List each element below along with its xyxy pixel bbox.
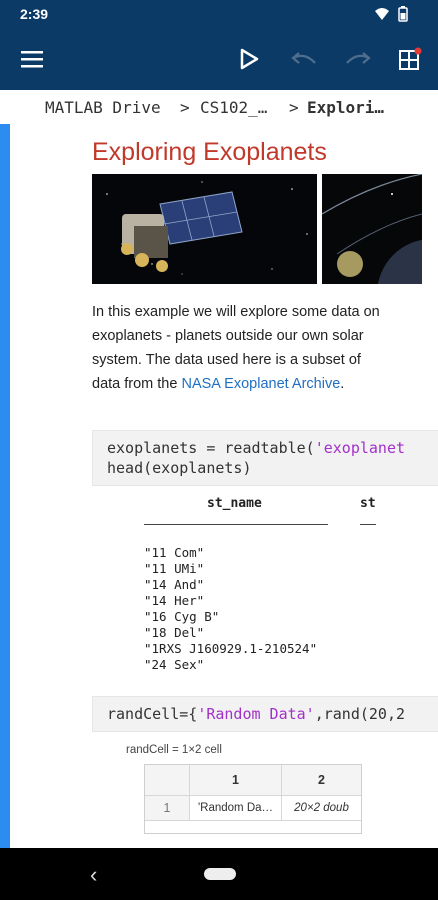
table-row: "14 And": [144, 577, 205, 592]
grid-icon: [399, 47, 422, 70]
exoplanet-image: [322, 174, 422, 284]
undo-icon: [291, 52, 316, 64]
system-nav-bar: ‹: [0, 848, 438, 900]
breadcrumb-root[interactable]: MATLAB Drive: [45, 98, 161, 117]
redo-button[interactable]: [341, 42, 375, 76]
cell-value[interactable]: 'Random Da…: [190, 796, 282, 821]
code-block-readtable[interactable]: exoplanets = readtable('exoplanet head(e…: [92, 430, 438, 486]
cell-output-caption: randCell = 1×2 cell: [126, 744, 222, 756]
table-row: "18 Del": [144, 625, 205, 640]
table-row: "16 Cyg B": [144, 609, 220, 624]
status-time: 2:39: [20, 6, 49, 22]
wifi-icon: [375, 8, 389, 20]
paragraph-end: .: [340, 376, 345, 392]
redo-icon: [346, 52, 371, 64]
hamburger-icon[interactable]: [15, 42, 49, 76]
home-pill[interactable]: [204, 868, 236, 880]
play-icon: [240, 48, 259, 70]
code-text: ,rand(20,2: [314, 705, 406, 723]
table-row: "11 UMi": [144, 561, 205, 576]
code-string: 'Random Data': [197, 705, 315, 723]
table-row: "14 Her": [144, 593, 205, 608]
status-bar: 2:39: [0, 0, 438, 28]
code-line: head(exoplanets): [107, 459, 252, 477]
breadcrumb: MATLAB Drive > CS102_… > Explori…: [0, 90, 438, 125]
undo-button[interactable]: [287, 42, 321, 76]
cell-header-corner: [145, 765, 190, 796]
app-bar: [0, 28, 438, 90]
table-row: "1RXS J160929.1-210524": [144, 641, 318, 656]
code-line: exoplanets = readtable('exoplanet: [107, 439, 405, 457]
breadcrumb-separator: >: [180, 98, 190, 117]
table-header-st: st: [360, 496, 376, 511]
cell-header: 2: [282, 765, 361, 796]
cell-output-table: 1 2 1 'Random Da… 20×2 doub: [144, 764, 362, 834]
nasa-archive-link[interactable]: NASA Exoplanet Archive: [181, 376, 340, 392]
back-icon[interactable]: ‹: [90, 862, 97, 888]
breadcrumb-current: Explori…: [307, 98, 385, 117]
layout-button[interactable]: [393, 42, 427, 76]
code-line: randCell={'Random Data',rand(20,2: [107, 705, 405, 723]
battery-icon: [398, 6, 408, 22]
cell-value[interactable]: 20×2 doub: [282, 796, 361, 821]
breadcrumb-folder[interactable]: CS102_…: [200, 98, 267, 117]
run-button[interactable]: [232, 42, 266, 76]
cell-header: 1: [190, 765, 282, 796]
spacecraft-image: [92, 174, 317, 284]
table-row: "24 Sex": [144, 657, 205, 672]
live-script-content: Exploring Exoplanets In this example we …: [10, 124, 438, 848]
table-rule: [144, 524, 328, 525]
page-title: Exploring Exoplanets: [92, 138, 327, 166]
table-header-st-name: st_name: [207, 496, 262, 511]
cell-row-index: 1: [145, 796, 190, 821]
intro-paragraph: In this example we will explore some dat…: [92, 300, 382, 396]
table-row: "11 Com": [144, 545, 205, 560]
breadcrumb-separator: >: [289, 98, 299, 117]
code-text: randCell={: [107, 705, 198, 723]
code-text: exoplanets = readtable(: [107, 439, 315, 457]
status-icons: [374, 6, 408, 22]
code-string: 'exoplanet: [314, 439, 406, 457]
table-rule: [360, 524, 376, 525]
left-accent-bar: [0, 124, 10, 848]
code-block-randcell[interactable]: randCell={'Random Data',rand(20,2: [92, 696, 438, 732]
